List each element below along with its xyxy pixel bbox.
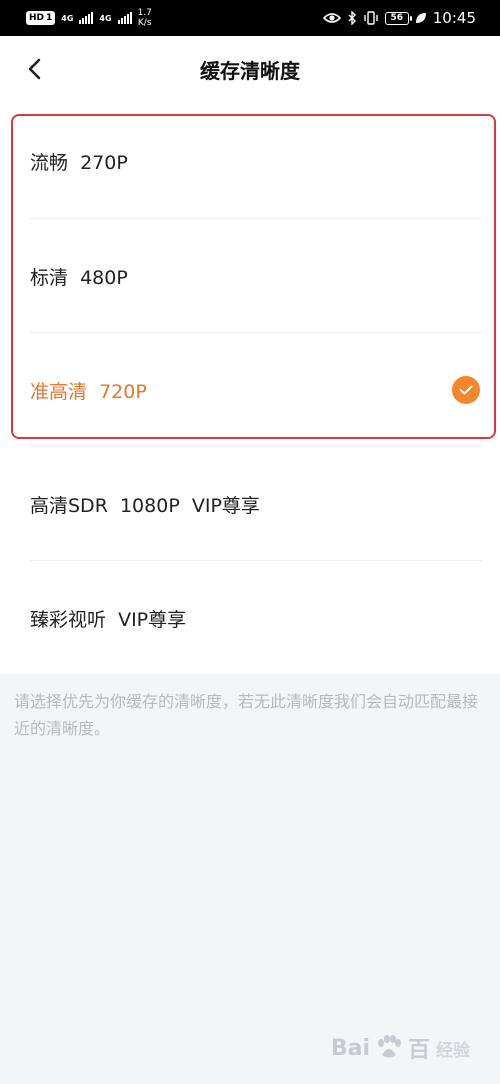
signal-icon-2: [117, 12, 132, 24]
battery-icon: 56: [384, 11, 412, 25]
watermark: Bai 百 经验: [331, 1028, 470, 1068]
watermark-brand: Bai: [330, 1035, 370, 1061]
option-label: 标清 480P: [30, 266, 128, 289]
watermark-sub: 经验: [436, 1040, 470, 1061]
nav-bar: 缓存清晰度: [0, 36, 500, 102]
tip-text: 请选择优先为你缓存的清晰度，若无此清晰度我们会自动匹配最接近的清晰度。: [14, 692, 479, 738]
option-720p[interactable]: 准高清 720P: [0, 333, 500, 447]
option-label: 臻彩视听 VIP尊享: [30, 608, 187, 631]
status-bar: HD 1 4G 4G 1.7 K/s 56 10:45: [0, 0, 500, 36]
hd-label: HD: [29, 13, 45, 23]
battery-level: 56: [390, 13, 404, 23]
option-270p[interactable]: 流畅 270P: [0, 104, 500, 218]
clock: 10:45: [432, 9, 476, 27]
page-title: 缓存清晰度: [200, 58, 300, 83]
status-bar-left: HD 1 4G 4G 1.7 K/s: [26, 8, 152, 28]
option-label: 准高清 720P: [30, 380, 147, 403]
network-type-1: 4G: [61, 13, 74, 23]
paw-icon: [377, 1035, 401, 1058]
bluetooth-icon: [348, 11, 356, 25]
speed-unit: K/s: [137, 18, 152, 28]
network-speed: 1.7 K/s: [138, 8, 152, 28]
signal-icon-1: [79, 12, 94, 24]
vibrate-icon: [364, 11, 378, 25]
network-type-2: 4G: [99, 13, 112, 23]
sim-number: 1: [46, 13, 53, 23]
option-label: 流畅 270P: [30, 151, 128, 174]
status-bar-right: 56 10:45: [322, 9, 476, 27]
option-label: 高清SDR 1080P VIP尊享: [30, 494, 260, 517]
hd-badge: HD 1: [26, 11, 56, 25]
option-premium-vip[interactable]: 臻彩视听 VIP尊享: [0, 561, 500, 675]
option-1080p-vip[interactable]: 高清SDR 1080P VIP尊享: [0, 447, 500, 561]
check-circle-icon: [452, 376, 480, 404]
eye-icon: [322, 13, 341, 23]
watermark-brand-end: 百: [407, 1038, 430, 1063]
resolution-list: 流畅 270P 标清 480P 准高清 720P 高清SDR 1080P VIP…: [0, 102, 500, 674]
leaf-icon: [415, 13, 426, 23]
option-480p[interactable]: 标清 480P: [0, 219, 500, 333]
speed-value: 1.7: [137, 8, 152, 18]
